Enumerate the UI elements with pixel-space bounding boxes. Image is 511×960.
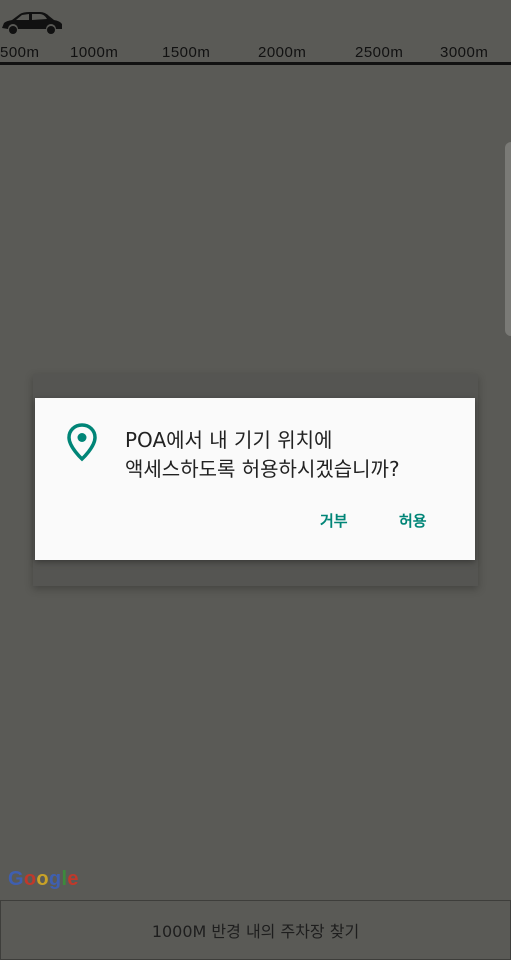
location-pin-icon	[67, 423, 97, 462]
scale-label: 2000m	[258, 44, 307, 61]
scale-label: 1500m	[162, 44, 211, 61]
scale-label: 3000m	[440, 44, 489, 61]
location-permission-dialog: POA에서 내 기기 위치에 액세스하도록 허용하시겠습니까? 거부 허용	[35, 398, 475, 560]
distance-bar: 500m 1000m 1500m 2000m 2500m 3000m	[0, 0, 511, 66]
scale-label: 1000m	[70, 44, 119, 61]
distance-scale: 500m 1000m 1500m 2000m 2500m 3000m	[0, 44, 511, 62]
allow-button[interactable]: 허용	[399, 510, 427, 531]
scale-label: 2500m	[355, 44, 404, 61]
google-logo: Google	[8, 868, 79, 890]
find-parking-button[interactable]: 1000M 반경 내의 주차장 찾기	[0, 900, 511, 960]
scale-label: 500m	[0, 44, 40, 61]
scale-line	[0, 62, 511, 65]
dialog-message-line: POA에서 내 기기 위치에	[125, 428, 333, 452]
find-parking-label: 1000M 반경 내의 주차장 찾기	[151, 922, 360, 941]
dialog-message: POA에서 내 기기 위치에 액세스하도록 허용하시겠습니까?	[125, 426, 465, 484]
deny-button[interactable]: 거부	[320, 510, 348, 531]
car-icon	[2, 12, 62, 34]
edge-panel-handle[interactable]	[505, 142, 511, 336]
dialog-message-line: 액세스하도록 허용하시겠습니까?	[125, 457, 400, 481]
